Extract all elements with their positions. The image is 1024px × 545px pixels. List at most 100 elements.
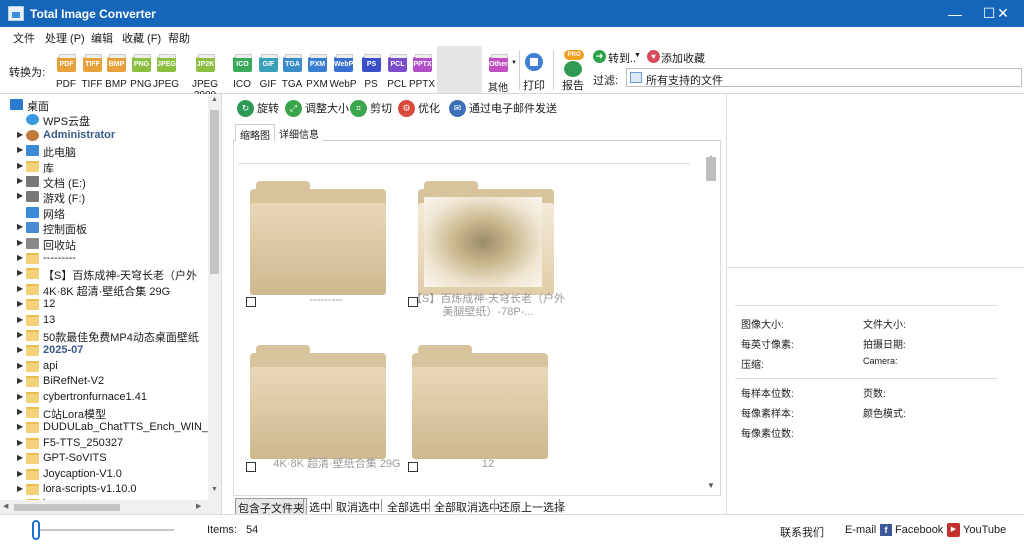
facebook-icon[interactable]: f [880, 524, 892, 536]
expand-arrow-icon[interactable]: ▶ [17, 438, 23, 447]
report-button[interactable]: 报告 [562, 77, 584, 93]
menu-favorites[interactable]: 收藏 (F) [122, 30, 161, 46]
expand-arrow-icon[interactable]: ▶ [17, 130, 23, 139]
tree-item[interactable]: ▶ 2025-07 [0, 343, 208, 358]
folder-thumbnail[interactable] [250, 345, 386, 459]
email-button[interactable]: ✉ 通过电子邮件发送 [449, 98, 557, 118]
scroll-up-icon[interactable]: ▲ [211, 96, 218, 103]
menu-help[interactable]: 帮助 [168, 30, 190, 46]
select-all-button[interactable]: 全部选中 [387, 499, 431, 515]
expand-arrow-icon[interactable]: ▶ [17, 453, 23, 462]
tab-thumbnails[interactable]: 缩略图 [235, 124, 275, 142]
select-button[interactable]: 选中 [309, 499, 331, 515]
tree-item[interactable]: ▶ DUDULab_ChatTTS_Ench_WIN_v3.0 [0, 420, 221, 435]
tree-item[interactable]: ▶ api [0, 359, 208, 374]
optimize-button[interactable]: ⚙ 优化 [398, 98, 440, 118]
tree-item[interactable]: WPS云盘 [0, 112, 208, 128]
gallery-vertical-scrollbar[interactable]: ▲ ▼ [704, 153, 718, 493]
email-link[interactable]: E-mail [845, 524, 876, 536]
facebook-link[interactable]: Facebook [895, 524, 943, 536]
add-favorite-button[interactable]: 添加收藏 [661, 50, 705, 66]
expand-arrow-icon[interactable]: ▶ [17, 361, 23, 370]
menu-file[interactable]: 文件 [13, 30, 35, 46]
goto-dropdown-icon[interactable]: ▼ [634, 52, 641, 59]
tree-item[interactable]: ▶ lora-scripts-v1.10.0 [0, 482, 208, 497]
other-dropdown-icon[interactable]: ▼ [511, 60, 517, 66]
tree-item[interactable]: ▶ 50款最佳免费MP4动态桌面壁纸 [0, 328, 208, 344]
contact-link[interactable]: 联系我们 [780, 524, 824, 540]
tree-item[interactable]: ▶ GPT-SoVITS [0, 451, 208, 466]
tree-item[interactable]: ▶ cybertronfurnace1.41 [0, 390, 208, 405]
expand-arrow-icon[interactable]: ▶ [17, 330, 23, 339]
scroll-down-icon[interactable]: ▼ [707, 481, 715, 490]
expand-arrow-icon[interactable]: ▶ [17, 268, 23, 277]
deselect-button[interactable]: 取消选中 [336, 499, 380, 515]
youtube-icon[interactable]: ▶ [947, 523, 960, 537]
rotate-button[interactable]: ↻ 旋转 [237, 98, 279, 118]
expand-arrow-icon[interactable]: ▶ [17, 222, 23, 231]
close-button[interactable]: ✕ [980, 0, 1024, 27]
tree-item[interactable]: 网络 [0, 205, 208, 221]
youtube-link[interactable]: YouTube [963, 524, 1006, 536]
restore-selection-button[interactable]: 还原上一选择 [499, 499, 565, 515]
tree-item[interactable]: ▶ --------- [0, 251, 208, 266]
expand-arrow-icon[interactable]: ▶ [17, 345, 23, 354]
expand-arrow-icon[interactable]: ▶ [17, 176, 23, 185]
tree-item[interactable]: ▶ 控制面板 [0, 220, 208, 236]
scroll-left-icon[interactable]: ◀ [3, 502, 8, 510]
scroll-right-icon[interactable]: ▶ [196, 502, 201, 510]
tree-item[interactable]: ▶ 此电脑 [0, 143, 208, 159]
tree-vertical-scrollbar[interactable]: ▲ ▼ [208, 94, 221, 514]
resize-button[interactable]: ⤢ 调整大小 [285, 98, 349, 118]
folder-thumbnail[interactable] [250, 181, 386, 295]
tree-item[interactable]: ▶ 4K·8K 超清·壁纸合集 29G [0, 282, 208, 298]
tab-details[interactable]: 详细信息 [275, 124, 323, 141]
item-checkbox[interactable] [246, 462, 256, 472]
report-icon[interactable]: PRO [560, 50, 586, 77]
goto-button[interactable]: 转到.. [608, 50, 636, 66]
crop-button[interactable]: ⌗ 剪切 [350, 98, 392, 118]
tree-item[interactable]: ▶ 游戏 (F:) [0, 189, 208, 205]
folder-thumbnail[interactable] [412, 345, 548, 459]
tree-hscroll-thumb[interactable] [14, 504, 120, 511]
tree-item[interactable]: ▶ 文档 (E:) [0, 174, 208, 190]
expand-arrow-icon[interactable]: ▶ [17, 422, 23, 431]
tree-item[interactable]: ▶ BiRefNet-V2 [0, 374, 208, 389]
expand-arrow-icon[interactable]: ▶ [17, 238, 23, 247]
expand-arrow-icon[interactable]: ▶ [17, 469, 23, 478]
tree-item[interactable]: 桌面 [0, 97, 208, 113]
tree-item[interactable]: ▶ 13 [0, 313, 208, 328]
filter-select[interactable]: 所有支持的文件 [626, 68, 1022, 87]
tree-item[interactable]: ▶ 回收站 [0, 236, 208, 252]
expand-arrow-icon[interactable]: ▶ [17, 407, 23, 416]
expand-arrow-icon[interactable]: ▶ [17, 299, 23, 308]
folder-image-thumbnail[interactable] [418, 181, 554, 295]
tree-item[interactable]: ▶ 【S】百炼成神-天穹长老（户外 [0, 266, 208, 282]
zoom-slider-track[interactable] [40, 529, 174, 531]
tree-horizontal-scrollbar[interactable]: ◀ ▶ [0, 500, 208, 514]
print-icon[interactable] [522, 52, 546, 74]
tree-scroll-thumb[interactable] [210, 110, 219, 274]
menu-process[interactable]: 处理 (P) [45, 30, 85, 46]
expand-arrow-icon[interactable]: ▶ [17, 376, 23, 385]
tree-item[interactable]: ▶ C站Lora模型 [0, 405, 208, 421]
tree-item[interactable]: ▶ 库 [0, 159, 208, 175]
expand-arrow-icon[interactable]: ▶ [17, 161, 23, 170]
expand-arrow-icon[interactable]: ▶ [17, 284, 23, 293]
expand-arrow-icon[interactable]: ▶ [17, 253, 23, 262]
zoom-slider-handle[interactable] [32, 520, 40, 540]
gallery-scroll-thumb[interactable] [706, 157, 716, 181]
tree-item[interactable]: ▶ Joycaption-V1.0 [0, 467, 208, 482]
tree-item[interactable]: ▶ Administrator [0, 128, 208, 143]
expand-arrow-icon[interactable]: ▶ [17, 315, 23, 324]
expand-arrow-icon[interactable]: ▶ [17, 191, 23, 200]
menu-edit[interactable]: 编辑 [91, 30, 113, 46]
tree-item[interactable]: ▶ F5-TTS_250327 [0, 436, 208, 451]
goto-icon[interactable]: ➜ [593, 50, 606, 63]
scroll-down-icon[interactable]: ▼ [211, 486, 218, 493]
deselect-all-button[interactable]: 全部取消选中 [434, 499, 500, 515]
expand-arrow-icon[interactable]: ▶ [17, 392, 23, 401]
expand-arrow-icon[interactable]: ▶ [17, 145, 23, 154]
tree-item[interactable]: ▶ 12 [0, 297, 208, 312]
print-button[interactable]: 打印 [523, 77, 545, 93]
